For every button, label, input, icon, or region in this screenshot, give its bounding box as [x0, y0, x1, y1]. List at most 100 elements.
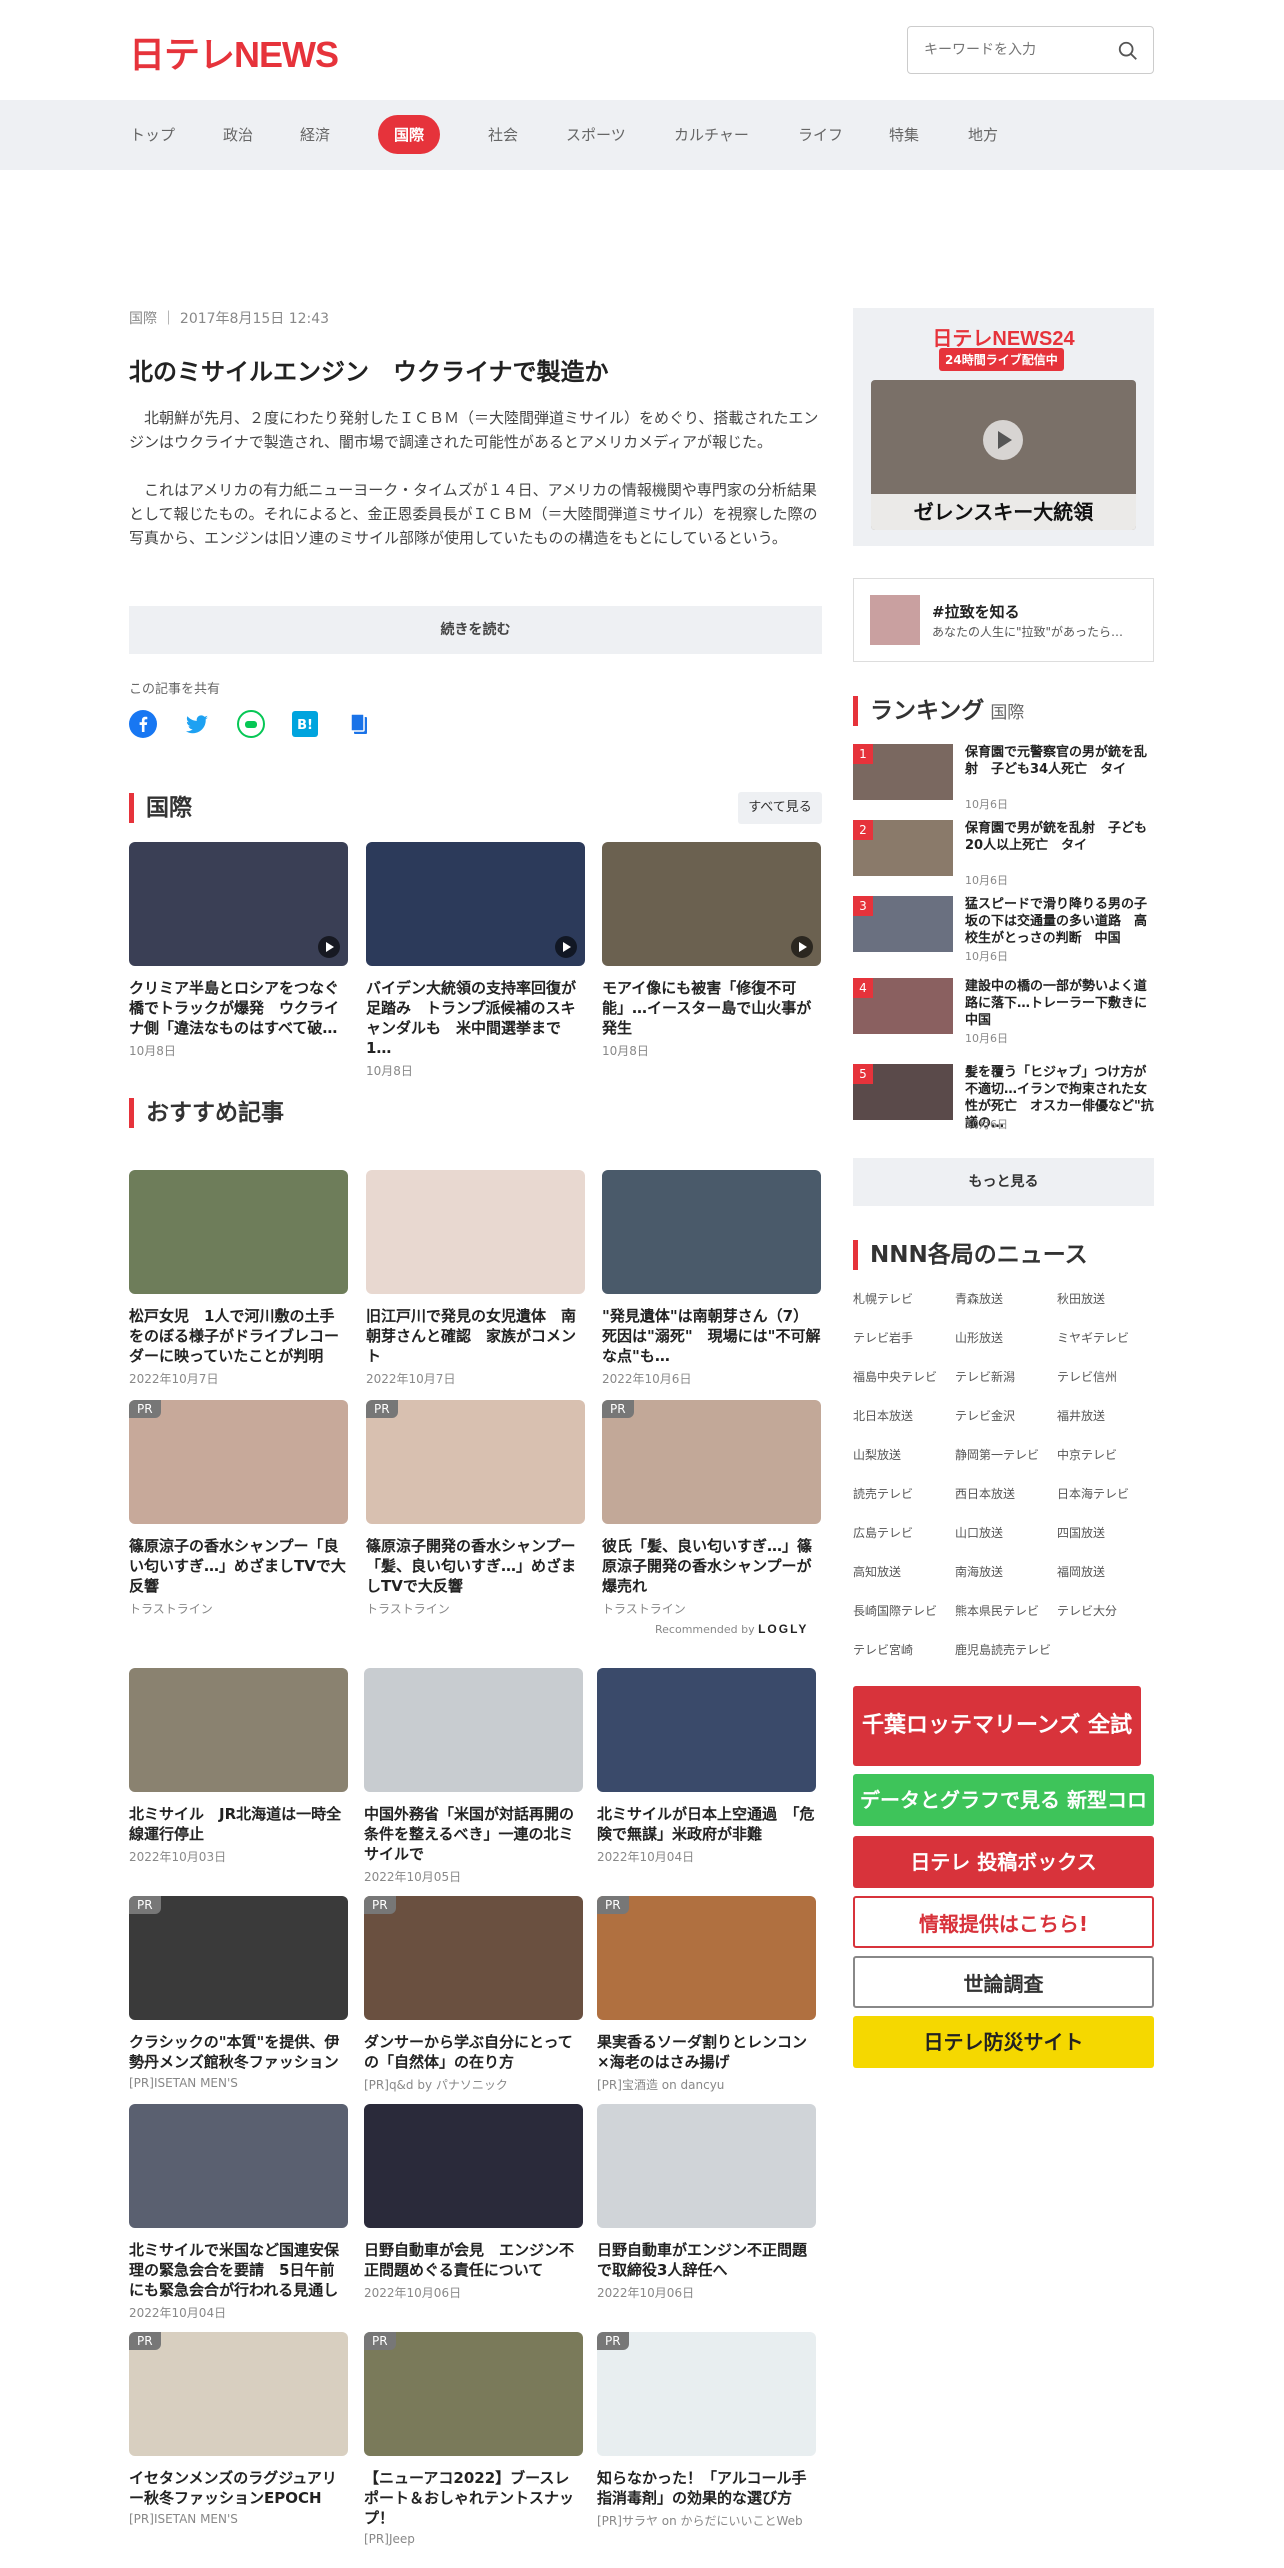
grid-card[interactable]: 北ミサイルで米国など国連安保理の緊急会合を要請 5日午前にも緊急会合が行われる見… — [129, 2104, 348, 2321]
grid-date: 2022年10月06日 — [597, 2286, 695, 2300]
news-card[interactable]: クリミア半島とロシアをつなぐ橋でトラックが爆発 ウクライナ側「違法なものはすべて… — [129, 842, 348, 1059]
affiliate-link[interactable]: テレビ金沢 — [955, 1407, 1015, 1424]
grid-card[interactable]: PR ダンサーから学ぶ自分にとっての「自然体」の在り方 [PR]q&d by パナソ… — [364, 1896, 583, 2093]
grid-card[interactable]: 北ミサイル JR北海道は一時全線運行停止 2022年10月03日 — [129, 1668, 348, 1865]
affiliate-link[interactable]: 中京テレビ — [1057, 1446, 1117, 1463]
nav-item-culture[interactable]: カルチャー — [674, 124, 749, 145]
affiliate-link[interactable]: 札幌テレビ — [853, 1290, 913, 1307]
grid-title: 日野自動車がエンジン不正問題で取締役3人辞任へ — [597, 2241, 808, 2279]
ranking-title: 保育園で男が銃を乱射 子ども20人以上死亡 タイ — [965, 821, 1148, 853]
ranking-category: 国際 — [990, 703, 1025, 723]
grid-card[interactable]: 日野自動車が会見 エンジン不正問題めぐる責任について 2022年10月06日 — [364, 2104, 583, 2301]
line-icon[interactable] — [237, 710, 265, 738]
ranking-item[interactable]: 2 保育園で男が銃を乱射 子ども20人以上死亡 タイ 10月6日 — [853, 820, 1154, 890]
live-stream-box[interactable]: 日テレNEWS24 24時間ライブ配信中 ゼレンスキー大統領 — [853, 308, 1154, 546]
ranking-item[interactable]: 3 猛スピードで滑り降りる男の子 坂の下は交通量の多い道路 高校生がとっさの判断 … — [853, 896, 1160, 966]
affiliate-link[interactable]: 青森放送 — [955, 1290, 1003, 1307]
news-card[interactable]: バイデン大統領の支持率回復が足踏み トランプ派候補のスキャンダルも 米中間選挙ま… — [366, 842, 585, 1079]
affiliate-link[interactable]: ミヤギテレビ — [1057, 1329, 1129, 1346]
affiliate-link[interactable]: 鹿児島読売テレビ — [955, 1641, 1051, 1658]
grid-card[interactable]: PR 【ニューアコ2022】ブースレポート＆おしゃれテントスナップ！ [PR]Jee… — [364, 2332, 583, 2546]
nav-item-international[interactable]: 国際 — [378, 115, 441, 154]
ranking-more-button[interactable]: もっと見る — [853, 1158, 1154, 1206]
sidebar-banner[interactable]: 日テレ防災サイト — [853, 2016, 1154, 2068]
nav-item-feature[interactable]: 特集 — [889, 124, 919, 145]
affiliate-link[interactable]: テレビ宮崎 — [853, 1641, 913, 1658]
play-icon[interactable] — [983, 420, 1023, 460]
news-card[interactable]: モアイ像にも被害「修復不可能」…イースター島で山火事が発生 10月8日 — [602, 842, 821, 1059]
nav-item-top[interactable]: トップ — [130, 124, 175, 145]
affiliate-link[interactable]: 静岡第一テレビ — [955, 1446, 1039, 1463]
hatena-bookmark-icon[interactable]: B! — [291, 710, 319, 738]
copy-link-icon[interactable] — [345, 710, 373, 738]
search-box[interactable] — [907, 26, 1154, 74]
nav-item-life[interactable]: ライフ — [798, 124, 843, 145]
read-more-button[interactable]: 続きを読む — [129, 606, 822, 654]
ranking-item[interactable]: 5 髪を覆う「ヒジャブ」つけ方が不適切…イランで拘束された女性が死亡 オスカー俳優… — [853, 1064, 1154, 1134]
ranking-heading: ランキング 国際 — [853, 696, 1024, 726]
affiliate-link[interactable]: 山梨放送 — [853, 1446, 901, 1463]
affiliate-link[interactable]: 読売テレビ — [853, 1485, 913, 1502]
affiliate-link[interactable]: テレビ新潟 — [955, 1368, 1015, 1385]
affiliate-link[interactable]: 高知放送 — [853, 1563, 901, 1580]
grid-card[interactable]: 中国外務省「米国が対話再開の条件を整えるべき」一連の北ミサイルで 2022年10月… — [364, 1668, 583, 1885]
recommended-thumbnail: PR — [129, 1400, 348, 1524]
sidebar-banner[interactable]: データとグラフで見る 新型コロナウイルス — [853, 1774, 1154, 1864]
nav-item-politics[interactable]: 政治 — [223, 124, 253, 145]
grid-thumbnail — [364, 2104, 583, 2228]
sidebar-banner[interactable]: 日テレ 投稿ボックス — [853, 1836, 1154, 1888]
grid-card[interactable]: 北ミサイルが日本上空通過 「危険で無謀」米政府が非難 2022年10月04日 — [597, 1668, 816, 1865]
sidebar-banner[interactable]: 世論調査 — [853, 1956, 1154, 2008]
recommended-card[interactable]: "発見遺体"は南朝芽さん（7）死因は"溺死" 現場には"不可解な点"も… 2022… — [602, 1170, 821, 1387]
nav-item-society[interactable]: 社会 — [488, 124, 518, 145]
affiliate-link[interactable]: 福島中央テレビ — [853, 1368, 937, 1385]
facebook-icon[interactable] — [129, 710, 157, 738]
site-logo[interactable]: 日テレNEWS — [129, 26, 339, 78]
recommended-title: 篠原涼子の香水シャンプー「良い匂いすぎ…」めざましTVで大反響 — [129, 1537, 346, 1595]
affiliate-link[interactable]: テレビ大分 — [1057, 1602, 1117, 1619]
affiliate-link[interactable]: 日本海テレビ — [1057, 1485, 1129, 1502]
pr-badge: PR — [366, 1400, 398, 1418]
affiliate-link[interactable]: 広島テレビ — [853, 1524, 913, 1541]
affiliate-link[interactable]: 山形放送 — [955, 1329, 1003, 1346]
affiliate-link[interactable]: 北日本放送 — [853, 1407, 913, 1424]
twitter-icon[interactable] — [183, 710, 211, 738]
affiliate-link[interactable]: テレビ岩手 — [853, 1329, 913, 1346]
nav-item-economy[interactable]: 経済 — [300, 124, 330, 145]
affiliate-link[interactable]: 西日本放送 — [955, 1485, 1015, 1502]
nav-item-sports[interactable]: スポーツ — [566, 124, 626, 145]
grid-card[interactable]: PR 知らなかった！「アルコール手指消毒剤」の効果的な選び方 [PR]サラヤ on … — [597, 2332, 816, 2529]
search-input[interactable] — [908, 27, 1098, 73]
recommended-card[interactable]: 旧江戸川で発見の女児遺体 南朝芽さんと確認 家族がコメント 2022年10月7日 — [366, 1170, 585, 1387]
recommended-card[interactable]: 松戸女児 1人で河川敷の土手をのぼる様子がドライブレコーダーに映っていたことが判… — [129, 1170, 348, 1387]
rachi-banner[interactable]: #拉致を知る あなたの人生に"拉致"があったら… — [853, 578, 1154, 662]
live-video[interactable]: ゼレンスキー大統領 — [871, 380, 1136, 530]
recommended-by[interactable]: Recommended by LOGLY — [655, 1622, 808, 1636]
sidebar-banner[interactable]: 千葉ロッテマリーンズ 全試合生中継! — [853, 1686, 1141, 1818]
grid-card[interactable]: PR 果実香るソーダ割りとレンコン×海老のはさみ揚げ [PR]宝酒造 on danc… — [597, 1896, 816, 2093]
sidebar-banner[interactable]: 情報提供はこちら! — [853, 1896, 1154, 1948]
affiliate-link[interactable]: 熊本県民テレビ — [955, 1602, 1039, 1619]
nav-item-local[interactable]: 地方 — [968, 124, 998, 145]
grid-date: 2022年10月04日 — [597, 1850, 695, 1864]
grid-title: 日野自動車が会見 エンジン不正問題めぐる責任について — [364, 2241, 575, 2279]
affiliate-link[interactable]: 福井放送 — [1057, 1407, 1105, 1424]
recommended-card[interactable]: PR 彼氏「髪、良い匂いすぎ…」篠原涼子開発の香水シャンプーが爆売れ トラストライン — [602, 1400, 821, 1617]
affiliate-link[interactable]: テレビ信州 — [1057, 1368, 1117, 1385]
ranking-item[interactable]: 4 建設中の橋の一部が勢いよく道路に落下…トレーラー下敷きに 中国 10月6日 — [853, 978, 1160, 1048]
ranking-item[interactable]: 1 保育園で元警察官の男が銃を乱射 子ども34人死亡 タイ 10月6日 — [853, 744, 1154, 814]
affiliate-link[interactable]: 長崎国際テレビ — [853, 1602, 937, 1619]
recommended-card[interactable]: PR 篠原涼子の香水シャンプー「良い匂いすぎ…」めざましTVで大反響 トラストライン — [129, 1400, 348, 1617]
see-all-button[interactable]: すべて見る — [738, 792, 822, 824]
article-category[interactable]: 国際 — [129, 311, 157, 327]
search-icon[interactable] — [1117, 40, 1139, 62]
affiliate-link[interactable]: 秋田放送 — [1057, 1290, 1105, 1307]
affiliate-link[interactable]: 山口放送 — [955, 1524, 1003, 1541]
affiliate-link[interactable]: 四国放送 — [1057, 1524, 1105, 1541]
affiliate-link[interactable]: 福岡放送 — [1057, 1563, 1105, 1580]
affiliate-link[interactable]: 南海放送 — [955, 1563, 1003, 1580]
grid-card[interactable]: PR イセタンメンズのラグジュアリー秋冬ファッションEPOCH [PR]ISETAN… — [129, 2332, 348, 2526]
grid-card[interactable]: PR クラシックの"本質"を提供、伊勢丹メンズ館秋冬ファッション [PR]ISETA… — [129, 1896, 348, 2090]
recommended-card[interactable]: PR 篠原涼子開発の香水シャンプー「髪、良い匂いすぎ…」めざましTVで大反響 トラス… — [366, 1400, 585, 1617]
grid-card[interactable]: 日野自動車がエンジン不正問題で取締役3人辞任へ 2022年10月06日 — [597, 2104, 816, 2301]
